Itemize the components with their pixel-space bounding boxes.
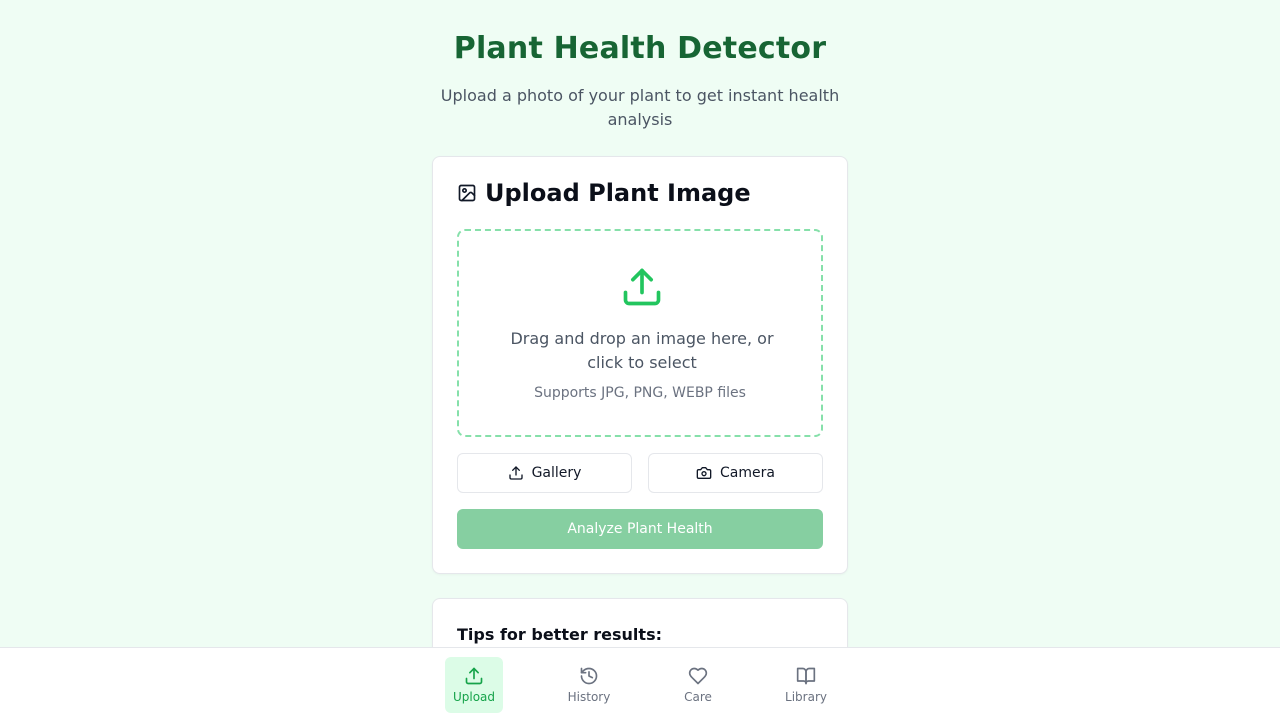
upload-card: Upload Plant Image Drag and drop an imag… [432,156,848,574]
upload-icon [464,666,484,686]
book-open-icon [796,666,816,686]
nav-item-label: Upload [452,690,496,704]
nav-item-label: Library [785,690,827,704]
nav-item-history[interactable]: History [559,657,619,713]
camera-button-label: Camera [720,465,775,481]
history-icon [579,666,599,686]
tips-title: Tips for better results: [457,625,662,644]
nav-item-care[interactable]: Care [670,657,726,713]
upload-card-title: Upload Plant Image [485,179,751,207]
upload-icon [508,465,524,481]
nav-item-label: History [567,690,611,704]
gallery-button-label: Gallery [531,465,582,481]
page-header: Plant Health Detector Upload a photo of … [0,28,1280,132]
dropzone-file-types: Supports JPG, PNG, WEBP files [534,385,746,401]
camera-icon [696,465,712,481]
camera-button[interactable]: Camera [648,453,823,493]
image-icon [457,183,477,203]
nav-item-library[interactable]: Library [776,657,836,713]
gallery-button[interactable]: Gallery [457,453,632,493]
bottom-navigation: Upload History Care Library [0,647,1280,720]
page-title: Plant Health Detector [453,31,827,66]
image-dropzone[interactable]: Drag and drop an image here, or click to… [457,229,823,437]
upload-card-header: Upload Plant Image [457,177,751,209]
heart-icon [688,666,708,686]
source-buttons: Gallery Camera [457,453,823,493]
nav-item-label: Care [684,690,712,704]
page-subtitle: Upload a photo of your plant to get inst… [440,86,840,129]
analyze-button[interactable]: Analyze Plant Health [457,509,823,549]
dropzone-instructions: Drag and drop an image here, or click to… [510,329,774,372]
nav-item-upload[interactable]: Upload [445,657,503,713]
upload-icon [620,265,664,309]
